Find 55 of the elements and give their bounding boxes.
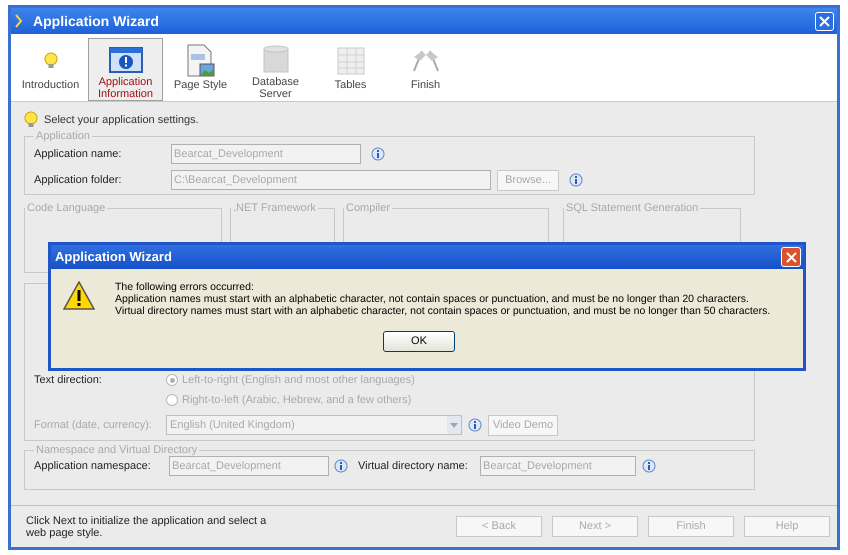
button[interactable]: Help: [744, 516, 830, 537]
close-icon: [786, 252, 796, 262]
info-icon[interactable]: [569, 173, 583, 187]
group-label: .NET Framework: [232, 203, 317, 214]
field-label: Application folder:: [34, 172, 122, 188]
dialog-title: Application Wizard: [55, 248, 172, 266]
footer-text: Click Next to initialize the application and select a web page style.: [26, 514, 268, 538]
chevron-icon: [15, 14, 23, 28]
button[interactable]: Next >: [552, 516, 638, 537]
info-icon[interactable]: [468, 418, 482, 432]
wizard-step-tab[interactable]: Application Information: [88, 38, 163, 101]
button[interactable]: < Back: [456, 516, 542, 537]
wizard-step-tab[interactable]: Page Style: [163, 38, 238, 101]
table-grid-icon: [336, 47, 364, 75]
error-message: Application names must start with an alphabetic character, not contain spaces or punctuation, and must be no longer than 20 characters.: [115, 293, 750, 305]
group-label: SQL Statement Generation: [565, 203, 700, 214]
close-button[interactable]: [815, 12, 834, 30]
radio-label: Right-to-left (Arabic, Hebrew, and a few others): [182, 392, 412, 408]
group-label: Application: [35, 131, 91, 142]
field-label: Application namespace:: [34, 458, 152, 474]
error-message: Virtual directory names must start with an alphabetic character, not contain spaces or punctuation, and must be no longer than 50 characters.: [115, 305, 770, 317]
field-label: Text direction:: [34, 372, 103, 388]
info-icon[interactable]: [642, 459, 656, 473]
page-icon: [186, 44, 216, 78]
error-heading: The following errors occurred:: [115, 281, 255, 293]
field-label: Application name:: [34, 146, 122, 162]
button[interactable]: Video Demo: [488, 414, 558, 436]
wizard-step-tab[interactable]: Tables: [313, 38, 388, 101]
database-icon: [262, 44, 288, 74]
group-label: Compiler: [345, 203, 392, 214]
dropdown[interactable]: English (United Kingdom): [166, 415, 462, 435]
bulb-icon: [44, 52, 58, 70]
caret-icon: [447, 416, 461, 434]
bulb-icon: [24, 111, 38, 129]
window-title: Application Wizard: [33, 12, 159, 31]
info-icon[interactable]: [334, 459, 348, 473]
group-label: Namespace and Virtual Directory: [35, 445, 198, 456]
wizard-step-tab[interactable]: Database Server: [238, 38, 313, 101]
field-label: Virtual directory name:: [358, 458, 469, 474]
info-icon[interactable]: [371, 147, 385, 161]
warning-icon: [63, 281, 95, 311]
ok-button[interactable]: OK: [383, 331, 455, 352]
radio-label: Left-to-right (English and most other languages): [182, 372, 415, 388]
field-label: Format (date, currency):: [34, 418, 153, 433]
button[interactable]: Browse...: [497, 170, 559, 190]
wizard-step-tab[interactable]: Introduction: [13, 38, 88, 101]
hint-text: Select your application settings.: [44, 112, 199, 128]
group-label: Code Language: [26, 203, 106, 214]
wizard-step-tab[interactable]: Finish: [388, 38, 463, 101]
radio-button[interactable]: [166, 394, 178, 406]
info-window-icon: [108, 46, 142, 72]
close-icon: [819, 16, 830, 26]
radio-button[interactable]: [166, 374, 178, 386]
button[interactable]: Finish: [648, 516, 734, 537]
close-button[interactable]: [781, 247, 801, 267]
